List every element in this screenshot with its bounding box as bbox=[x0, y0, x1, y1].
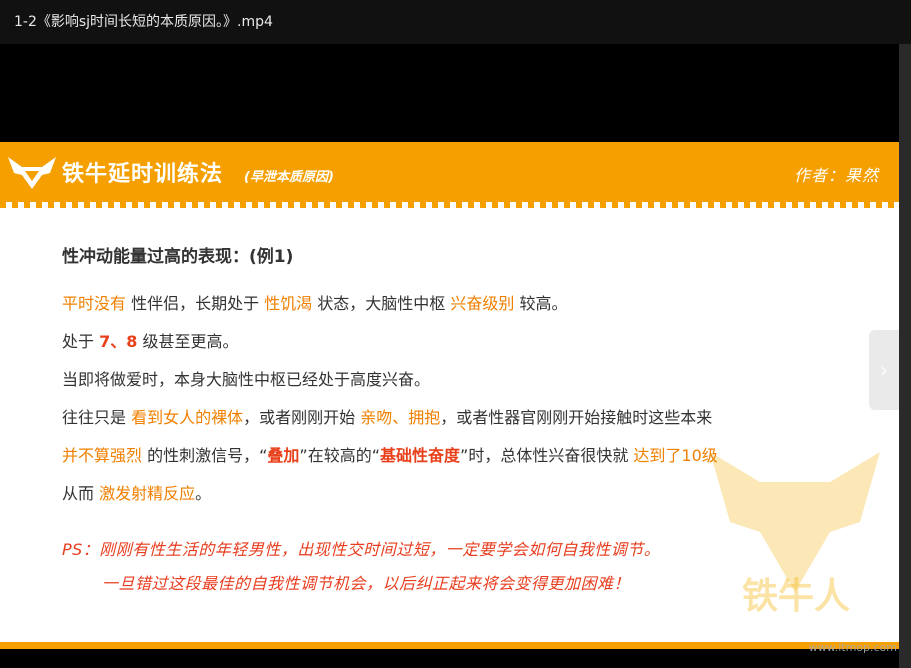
header-stripe bbox=[0, 202, 899, 208]
body-line-1: 平时没有 性伴侣，长期处于 性饥渴 状态，大脑性中枢 兴奋级别 较高。 bbox=[62, 290, 568, 314]
text-segment: 较高。 bbox=[514, 294, 568, 313]
watermark-logo-icon bbox=[710, 452, 880, 592]
text-segment: 兴奋级别 bbox=[450, 294, 515, 313]
watermark-text: 铁牛人 bbox=[742, 576, 851, 617]
text-segment: ，或者刚刚开始 bbox=[243, 408, 361, 427]
body-line-6: 从而 激发射精反应。 bbox=[62, 480, 211, 504]
slide-bottom-bar bbox=[0, 642, 899, 649]
next-slide-button[interactable]: › bbox=[869, 330, 899, 410]
chevron-right-icon: › bbox=[880, 358, 888, 382]
video-letterbox-top bbox=[0, 44, 899, 142]
slide-heading: 性冲动能量过高的表现：(例1) bbox=[62, 247, 294, 267]
ps-note-2: 一旦错过这段最佳的自我性调节机会，以后纠正起来将会变得更加困难！ bbox=[102, 574, 631, 593]
brand-title: 铁牛延时训练法 bbox=[62, 162, 224, 187]
text-segment: 亲吻、拥抱 bbox=[360, 408, 441, 427]
text-segment: 7、8 bbox=[99, 332, 138, 351]
text-segment: 看到女人的裸体 bbox=[131, 408, 244, 427]
text-segment: ”在较高的“ bbox=[299, 446, 381, 465]
bull-logo-icon bbox=[8, 157, 56, 189]
text-segment: 基础性奋度 bbox=[380, 446, 461, 465]
body-line-3: 当即将做爱时，本身大脑性中枢已经处于高度兴奋。 bbox=[62, 366, 430, 390]
text-segment: 的性刺激信号，“ bbox=[142, 446, 268, 465]
window-title: 1-2《影响sj时间长短的本质原因。》.mp4 bbox=[0, 0, 911, 44]
body-line-5: 并不算强烈 的性刺激信号，“叠加”在较高的“基础性奋度”时，总体性兴奋很快就 达… bbox=[62, 442, 718, 466]
video-letterbox-bottom bbox=[0, 649, 899, 668]
text-segment: 性饥渴 bbox=[264, 294, 313, 313]
site-watermark: www.ltmop.com bbox=[808, 641, 897, 654]
text-segment: 并不算强烈 bbox=[62, 446, 143, 465]
text-segment: 当即将做爱时，本身大脑性中枢已经处于高度兴奋。 bbox=[62, 370, 431, 389]
brand-subtitle: (早泄本质原因) bbox=[244, 170, 334, 185]
text-segment: 。 bbox=[195, 484, 212, 503]
text-segment: 级甚至更高。 bbox=[137, 332, 239, 351]
slide: 铁牛延时训练法 (早泄本质原因) 作者：果然 铁牛人 性冲动能量过高的表现：(例… bbox=[0, 142, 899, 668]
text-segment: 叠加 bbox=[267, 446, 300, 465]
text-segment: 平时没有 bbox=[62, 294, 127, 313]
text-segment: ，或者性器官刚刚开始接触时这些本来 bbox=[440, 408, 713, 427]
text-segment: 激发射精反应 bbox=[99, 484, 196, 503]
text-segment: 达到了10级 bbox=[633, 446, 718, 465]
text-segment: 状态，大脑性中枢 bbox=[312, 294, 451, 313]
text-segment: 往往只是 bbox=[62, 408, 132, 427]
ps-note-1: PS：刚刚有性生活的年轻男性，出现性交时间过短，一定要学会如何自我性调节。 bbox=[62, 540, 661, 559]
text-segment: 从而 bbox=[62, 484, 100, 503]
author-label: 作者：果然 bbox=[793, 166, 879, 185]
text-segment: 性伴侣，长期处于 bbox=[126, 294, 265, 313]
right-edge-bar bbox=[899, 44, 911, 668]
text-segment: ”时，总体性兴奋很快就 bbox=[460, 446, 634, 465]
body-line-2: 处于 7、8 级甚至更高。 bbox=[62, 328, 238, 352]
text-segment: 处于 bbox=[62, 332, 100, 351]
slide-header: 铁牛延时训练法 (早泄本质原因) 作者：果然 bbox=[0, 142, 899, 202]
body-line-4: 往往只是 看到女人的裸体，或者刚刚开始 亲吻、拥抱，或者性器官刚刚开始接触时这些… bbox=[62, 404, 712, 428]
